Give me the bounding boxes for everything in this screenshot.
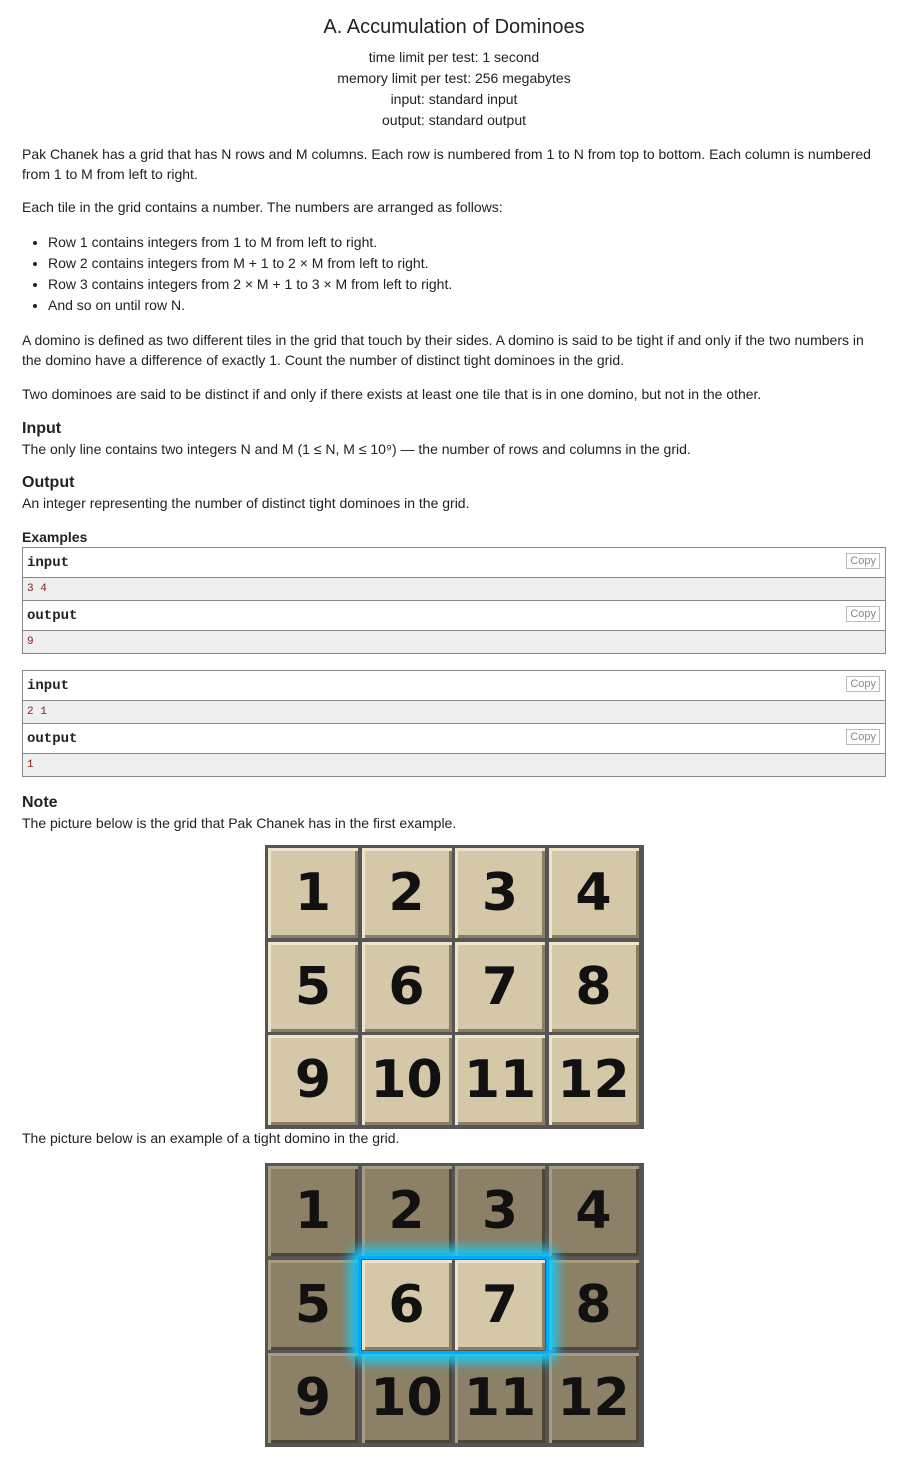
grid-tile: 6 [361, 941, 452, 1032]
grid-tile: 1 [268, 848, 358, 938]
input-label: input [27, 678, 70, 694]
grid-tile: 3 [455, 1166, 545, 1256]
list-item: Row 2 contains integers from M + 1 to 2 … [48, 253, 886, 274]
statement-distinct: Two dominoes are said to be distinct if … [22, 386, 762, 402]
input-type: input: standard input [390, 91, 518, 107]
grid-tile: 10 [361, 1353, 452, 1443]
grid-image-2: 1 2 3 4 5 6 7 8 9 10 11 12 [265, 1163, 644, 1447]
list-item: Row 1 contains integers from 1 to M from… [48, 232, 886, 253]
statement-domino: A domino is defined as two different til… [22, 332, 864, 368]
copy-button[interactable]: Copy [846, 606, 880, 622]
statement-arranged: Each tile in the grid contains a number.… [22, 199, 503, 215]
list-item: Row 3 contains integers from 2 × M + 1 t… [48, 274, 886, 295]
note-text-2: The picture below is an example of a tig… [22, 1130, 400, 1146]
input-label: input [27, 555, 70, 571]
output-label: output [27, 608, 78, 624]
grid-tile: 10 [361, 1035, 452, 1125]
rows-list: Row 1 contains integers from 1 to M from… [22, 232, 886, 316]
copy-button[interactable]: Copy [846, 729, 880, 745]
grid-tile: 12 [548, 1035, 639, 1125]
output-heading: Output [22, 474, 75, 491]
grid-tile: 11 [455, 1035, 545, 1125]
time-limit: time limit per test: 1 second [368, 49, 540, 65]
input-text: The only line contains two integers N an… [22, 441, 691, 457]
example-output-value: 9 [23, 631, 885, 653]
output-text: An integer representing the number of di… [22, 495, 470, 511]
problem-title: A. Accumulation of Dominoes [323, 16, 585, 38]
grid-tile: 4 [548, 1166, 639, 1256]
example-input-header: input Copy [23, 548, 885, 578]
statement-intro: Pak Chanek has a grid that has N rows an… [22, 146, 871, 182]
example-output-header: output Copy [23, 724, 885, 754]
grid-tile: 11 [455, 1353, 545, 1443]
tight-domino-highlight [358, 1256, 549, 1354]
input-heading: Input [22, 420, 62, 437]
grid-tile: 7 [455, 941, 545, 1032]
example-1: input Copy 3 4 output Copy 9 [22, 547, 886, 654]
grid-tile: 8 [548, 1259, 639, 1350]
grid-tile: 5 [268, 1259, 358, 1350]
grid-tile: 5 [268, 941, 358, 1032]
grid-tile: 12 [548, 1353, 639, 1443]
grid-tile: 4 [548, 848, 639, 938]
example-input-value: 2 1 [23, 701, 885, 724]
example-output-value: 1 [23, 754, 885, 776]
problem-header: A. Accumulation of Dominoes time limit p… [22, 14, 886, 131]
grid-tile: 1 [268, 1166, 358, 1256]
memory-limit: memory limit per test: 256 megabytes [337, 70, 571, 86]
note-text-1: The picture below is the grid that Pak C… [22, 815, 457, 831]
example-output-header: output Copy [23, 601, 885, 631]
grid-tile: 2 [361, 848, 452, 938]
grid-image-1: 1 2 3 4 5 6 7 8 9 10 11 12 [265, 845, 644, 1129]
grid-tile: 8 [548, 941, 639, 1032]
grid-tile: 2 [361, 1166, 452, 1256]
copy-button[interactable]: Copy [846, 676, 880, 692]
grid-tile: 3 [455, 848, 545, 938]
copy-button[interactable]: Copy [846, 553, 880, 569]
examples-heading: Examples [22, 529, 88, 545]
example-input-value: 3 4 [23, 578, 885, 601]
list-item: And so on until row N. [48, 295, 886, 316]
grid-tile: 9 [268, 1353, 358, 1443]
note-heading: Note [22, 794, 58, 811]
output-type: output: standard output [382, 112, 526, 128]
grid-tile: 9 [268, 1035, 358, 1125]
example-input-header: input Copy [23, 671, 885, 701]
output-label: output [27, 731, 78, 747]
example-2: input Copy 2 1 output Copy 1 [22, 670, 886, 777]
